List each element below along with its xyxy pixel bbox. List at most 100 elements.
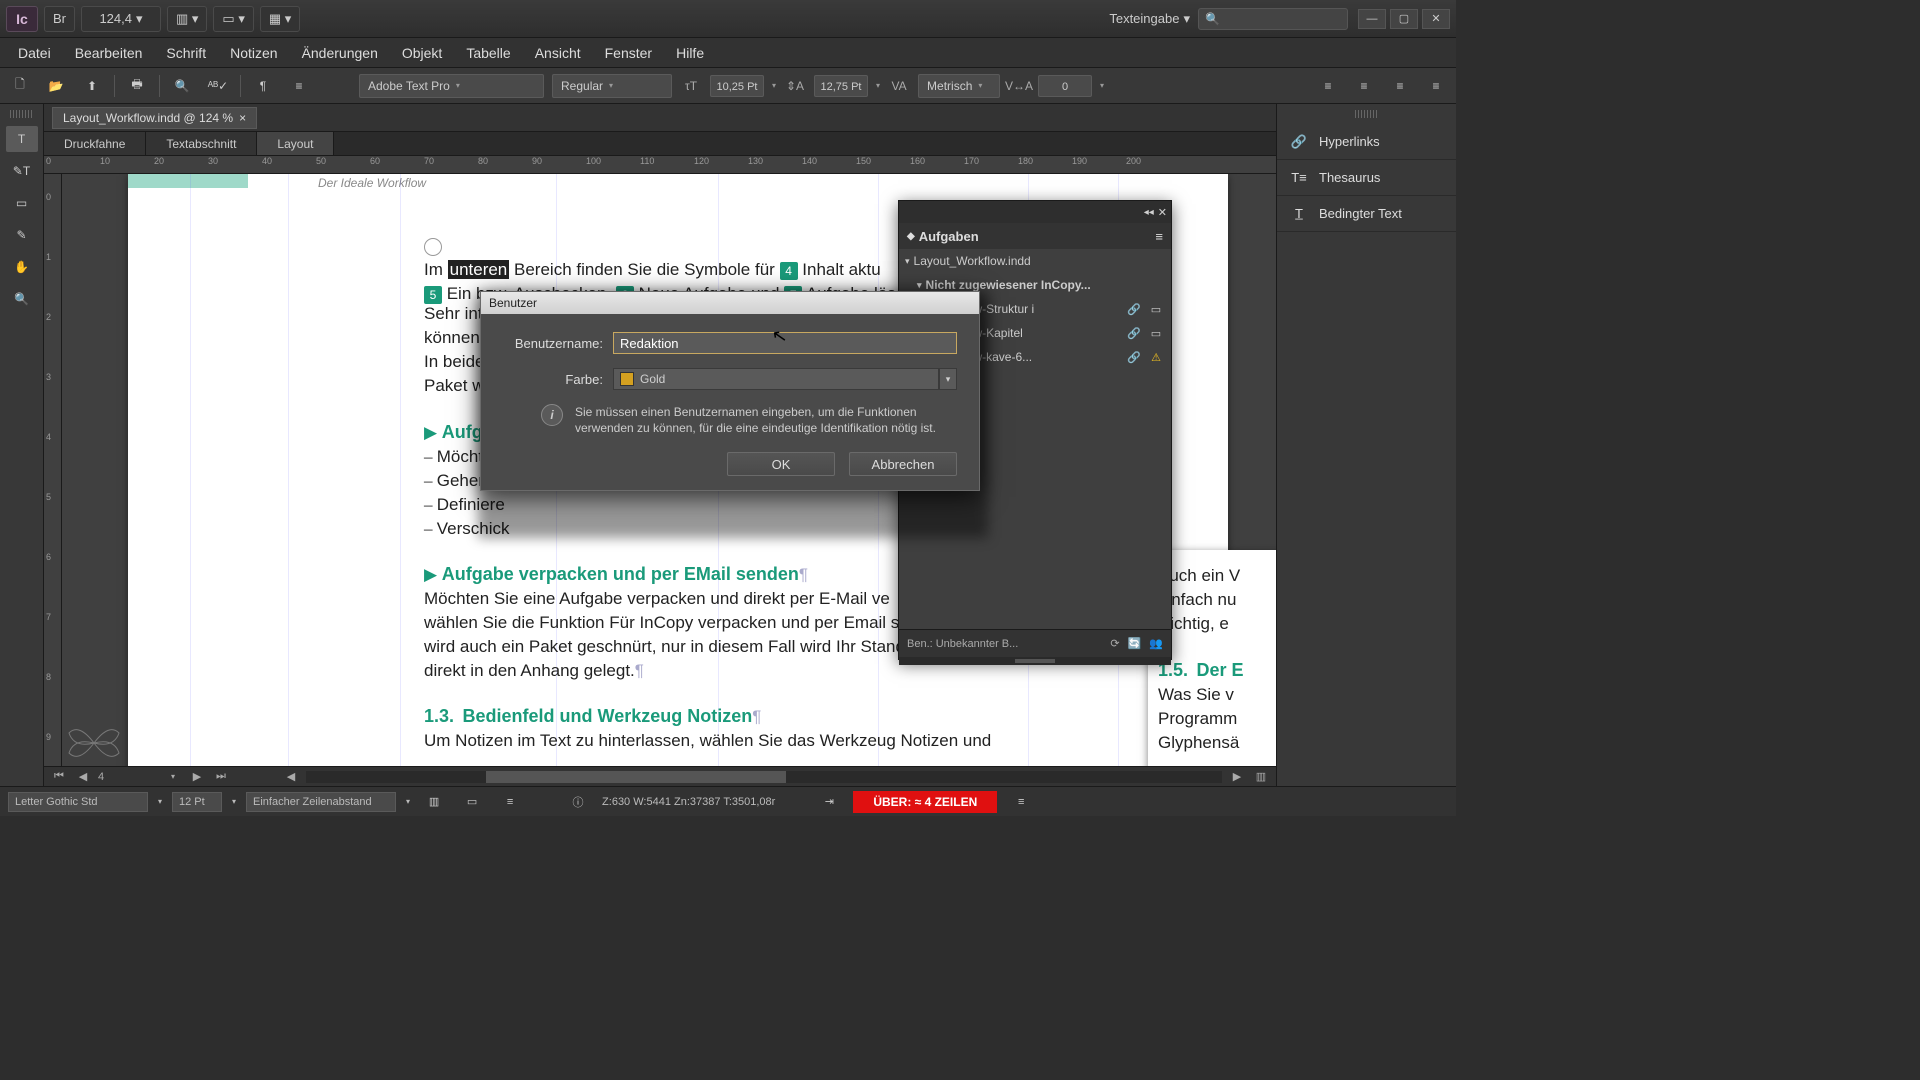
status-spacing-select[interactable]: Einfacher Zeilenabstand	[246, 792, 396, 812]
bridge-button[interactable]: Br	[44, 6, 75, 32]
refresh-icon[interactable]: 🔄	[1128, 637, 1142, 650]
view-options-button[interactable]: ▥ ▾	[167, 6, 207, 32]
status-font-select[interactable]: Letter Gothic Std	[8, 792, 148, 812]
status-bar: Letter Gothic Std ▾ 12 Pt ▾ Einfacher Ze…	[0, 786, 1456, 816]
panel-menu-icon[interactable]: ≡	[1155, 229, 1163, 244]
workspace-dropdown[interactable]: Texteingabe ▾	[1101, 6, 1198, 32]
menu-schrift[interactable]: Schrift	[154, 38, 218, 68]
tab-textabschnitt[interactable]: Textabschnitt	[146, 132, 257, 155]
font-family-select[interactable]: Adobe Text Pro▾	[359, 74, 544, 98]
screen-mode-button[interactable]: ▭ ▾	[213, 6, 253, 32]
menu-notizen[interactable]: Notizen	[218, 38, 289, 68]
update-icon[interactable]: ⟳	[1110, 637, 1119, 650]
panel-grip[interactable]	[10, 110, 34, 118]
kerning-select[interactable]: Metrisch▾	[918, 74, 1000, 98]
document-tab[interactable]: Layout_Workflow.indd @ 124 % ×	[52, 107, 257, 129]
save-icon[interactable]: ⬆	[78, 74, 106, 98]
search-input[interactable]: 🔍	[1198, 8, 1348, 30]
flyout-icon[interactable]: ≡	[496, 790, 524, 814]
menu-ansicht[interactable]: Ansicht	[523, 38, 593, 68]
arrange-docs-button[interactable]: ▦ ▾	[260, 6, 300, 32]
page-icon[interactable]: ▭	[458, 790, 486, 814]
new-doc-icon[interactable]: 🗋	[6, 74, 34, 98]
type-tool[interactable]: T	[6, 126, 38, 152]
ok-button[interactable]: OK	[727, 452, 835, 476]
vertical-ruler: 0123456789	[44, 174, 62, 766]
align-left-icon[interactable]: ≡	[1314, 74, 1342, 98]
tools-panel: T ✎T ▭ ✎ ✋ 🔍	[0, 104, 44, 786]
minimize-button[interactable]: —	[1358, 9, 1386, 29]
split-view-icon[interactable]: ▥	[1252, 769, 1270, 785]
horizontal-ruler: 0102030405060708090100110120130140150160…	[44, 156, 1276, 174]
menu-datei[interactable]: Datei	[6, 38, 63, 68]
page-number-input[interactable]: 4	[98, 771, 158, 783]
first-page-icon[interactable]: ⏮	[50, 769, 68, 785]
leading-icon: ⇕A	[784, 75, 806, 97]
page-navigation: ⏮ ◀ 4 ▾ ▶ ⏭ ◀ ▶ ▥	[44, 766, 1276, 786]
user-icon[interactable]: 👥	[1149, 637, 1163, 650]
eyedropper-tool[interactable]: ✎	[6, 222, 38, 248]
maximize-button[interactable]: ▢	[1390, 9, 1418, 29]
status-icon: ▭	[1147, 300, 1165, 318]
checkout-icon: 🔗	[1125, 348, 1143, 366]
right-panels: 🔗 Hyperlinks T≡ Thesaurus T̲ Bedingter T…	[1276, 104, 1456, 786]
search-icon: 🔍	[1205, 12, 1220, 26]
flyout-icon[interactable]: ≡	[1007, 790, 1035, 814]
last-page-icon[interactable]: ⏭	[212, 769, 230, 785]
title-bar: Ic Br 124,4▾ ▥ ▾ ▭ ▾ ▦ ▾ Texteingabe ▾ 🔍…	[0, 0, 1456, 38]
status-icon: ▭	[1147, 324, 1165, 342]
page-dropdown-icon[interactable]: ▾	[164, 769, 182, 785]
font-size-input[interactable]: 10,25 Pt	[710, 75, 764, 97]
tab-layout[interactable]: Layout	[257, 132, 334, 155]
print-icon[interactable]: 🖶	[123, 74, 151, 98]
align-justify-icon[interactable]: ≡	[1422, 74, 1450, 98]
prev-page-icon[interactable]: ◀	[74, 769, 92, 785]
scroll-right-icon[interactable]: ▶	[1228, 769, 1246, 785]
find-icon[interactable]: 🔍	[168, 74, 196, 98]
next-page-icon[interactable]: ▶	[188, 769, 206, 785]
close-tab-icon[interactable]: ×	[239, 111, 246, 125]
align-right-icon[interactable]: ≡	[1386, 74, 1414, 98]
menu-fenster[interactable]: Fenster	[593, 38, 664, 68]
columns-icon[interactable]: ▥	[420, 790, 448, 814]
tracking-input[interactable]: 0	[1038, 75, 1092, 97]
menu-aenderungen[interactable]: Änderungen	[290, 38, 390, 68]
assignment-file-row[interactable]: ▾ Layout_Workflow.indd	[899, 249, 1171, 273]
horizontal-scrollbar[interactable]	[306, 771, 1222, 783]
spellcheck-icon[interactable]: ᴬᴮ✓	[204, 74, 232, 98]
position-tool[interactable]: ▭	[6, 190, 38, 216]
open-icon[interactable]: 📂	[42, 74, 70, 98]
menu-bar: Datei Bearbeiten Schrift Notizen Änderun…	[0, 38, 1456, 68]
cancel-button[interactable]: Abbrechen	[849, 452, 957, 476]
panel-grip[interactable]	[1355, 110, 1379, 118]
pilcrow-icon[interactable]: ¶	[249, 74, 277, 98]
color-select[interactable]: Gold	[613, 368, 939, 390]
menu-objekt[interactable]: Objekt	[390, 38, 454, 68]
panel-close-icon[interactable]: ✕	[1158, 206, 1167, 219]
status-size-input[interactable]: 12 Pt	[172, 792, 222, 812]
font-style-select[interactable]: Regular▾	[552, 74, 672, 98]
panel-hyperlinks[interactable]: 🔗 Hyperlinks	[1277, 124, 1456, 160]
info-icon: i	[541, 404, 563, 426]
overset-warning: ÜBER: ≈ 4 ZEILEN	[853, 791, 997, 813]
scroll-left-icon[interactable]: ◀	[282, 769, 300, 785]
panel-thesaurus[interactable]: T≡ Thesaurus	[1277, 160, 1456, 196]
leading-input[interactable]: 12,75 Pt	[814, 75, 868, 97]
close-button[interactable]: ✕	[1422, 9, 1450, 29]
align-center-icon[interactable]: ≡	[1350, 74, 1378, 98]
panel-collapse-icon[interactable]: ◂◂	[1144, 207, 1154, 218]
menu-bearbeiten[interactable]: Bearbeiten	[63, 38, 155, 68]
flyout-icon[interactable]: ≡	[285, 74, 313, 98]
info-icon: ⓘ	[564, 790, 592, 814]
hand-tool[interactable]: ✋	[6, 254, 38, 280]
dropdown-arrow-icon[interactable]: ▾	[939, 368, 957, 390]
note-tool[interactable]: ✎T	[6, 158, 38, 184]
zoom-tool[interactable]: 🔍	[6, 286, 38, 312]
panel-bedingter-text[interactable]: T̲ Bedingter Text	[1277, 196, 1456, 232]
tab-druckfahne[interactable]: Druckfahne	[44, 132, 146, 155]
dialog-title: Benutzer	[481, 292, 979, 314]
menu-tabelle[interactable]: Tabelle	[454, 38, 522, 68]
menu-hilfe[interactable]: Hilfe	[664, 38, 716, 68]
overset-indicator-icon: ⇥	[815, 790, 843, 814]
zoom-dropdown[interactable]: 124,4▾	[81, 6, 161, 32]
